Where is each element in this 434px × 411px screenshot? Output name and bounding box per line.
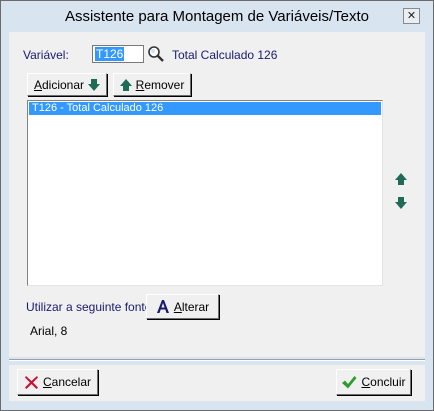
- cancelar-label: Cancelar: [42, 375, 92, 389]
- alterar-label: Alterar: [173, 299, 210, 314]
- list-item-label: T126 - Total Calculado 126: [32, 102, 164, 114]
- variavel-value: T126: [95, 47, 125, 61]
- fonte-label: Utilizar a seguinte fonte:: [26, 300, 155, 314]
- dialog-footer: Cancelar Concluir: [9, 365, 425, 401]
- arrow-up-icon: [119, 78, 132, 91]
- x-icon: [24, 375, 38, 389]
- adicionar-button[interactable]: Adicionar: [27, 73, 107, 96]
- move-down-icon[interactable]: [395, 197, 407, 209]
- footer-separator: [9, 359, 425, 361]
- concluir-button[interactable]: Concluir: [336, 369, 411, 395]
- title-bar: Assistente para Montagem de Variáveis/Te…: [1, 1, 433, 31]
- checkmark-icon: [342, 375, 357, 388]
- font-a-icon: [156, 300, 169, 313]
- dialog-body: Variável: T126 Total Calculado 126 Adici…: [9, 32, 425, 357]
- alterar-button[interactable]: Alterar: [146, 294, 219, 319]
- list-item[interactable]: T126 - Total Calculado 126: [29, 102, 381, 115]
- move-up-icon[interactable]: [395, 173, 407, 185]
- adicionar-label: Adicionar: [33, 77, 85, 92]
- variables-list[interactable]: T126 - Total Calculado 126: [27, 100, 383, 286]
- magnifier-icon[interactable]: [147, 45, 165, 63]
- remover-label: Remover: [135, 77, 185, 92]
- window-title: Assistente para Montagem de Variáveis/Te…: [64, 8, 370, 25]
- wizard-window: Assistente para Montagem de Variáveis/Te…: [0, 0, 434, 411]
- variavel-description: Total Calculado 126: [172, 48, 278, 62]
- close-icon: ✕: [406, 10, 417, 22]
- fonte-value: Arial, 8: [30, 324, 68, 338]
- cancelar-button[interactable]: Cancelar: [17, 369, 98, 395]
- concluir-label: Concluir: [361, 375, 406, 389]
- arrow-down-icon: [88, 78, 101, 91]
- variavel-input[interactable]: T126: [92, 45, 144, 63]
- remover-button[interactable]: Remover: [113, 73, 191, 96]
- close-button[interactable]: ✕: [403, 8, 420, 24]
- variavel-label: Variável:: [23, 48, 69, 62]
